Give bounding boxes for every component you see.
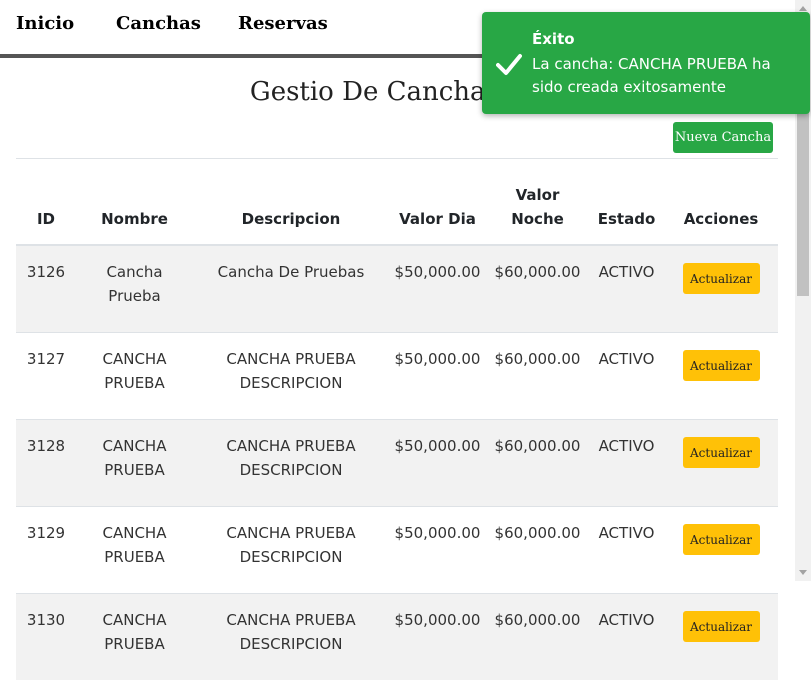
cell-descripcion: CANCHA PRUEBA DESCRIPCION [193, 420, 389, 507]
cell-acciones: Actualizar [664, 420, 778, 507]
cell-acciones: Actualizar [664, 507, 778, 594]
table-row: 3129 CANCHA PRUEBA CANCHA PRUEBA DESCRIP… [16, 507, 778, 594]
cell-descripcion: CANCHA PRUEBA DESCRIPCION [193, 507, 389, 594]
header-id: ID [16, 159, 76, 246]
cell-acciones: Actualizar [664, 594, 778, 680]
cell-estado: ACTIVO [589, 333, 664, 420]
cell-estado: ACTIVO [589, 507, 664, 594]
header-estado: Estado [589, 159, 664, 246]
update-button[interactable]: Actualizar [683, 524, 760, 555]
cell-nombre: CANCHA PRUEBA [76, 507, 193, 594]
header-valor-dia: Valor Dia [389, 159, 486, 246]
cell-acciones: Actualizar [664, 245, 778, 333]
header-descripcion: Descripcion [193, 159, 389, 246]
cell-valor-dia: $50,000.00 [389, 594, 486, 680]
header-acciones: Acciones [664, 159, 778, 246]
cell-valor-noche: $60,000.00 [486, 420, 589, 507]
cell-id: 3130 [16, 594, 76, 680]
update-button[interactable]: Actualizar [683, 263, 760, 294]
cell-valor-dia: $50,000.00 [389, 333, 486, 420]
scroll-up-arrow-icon[interactable] [799, 6, 807, 11]
cell-estado: ACTIVO [589, 420, 664, 507]
cell-acciones: Actualizar [664, 333, 778, 420]
cell-valor-noche: $60,000.00 [486, 245, 589, 333]
table-row: 3126 Cancha Prueba Cancha De Pruebas $50… [16, 245, 778, 333]
cell-nombre: Cancha Prueba [76, 245, 193, 333]
update-button[interactable]: Actualizar [683, 350, 760, 381]
cell-valor-noche: $60,000.00 [486, 594, 589, 680]
success-toast[interactable]: Éxito La cancha: CANCHA PRUEBA ha sido c… [482, 12, 810, 114]
canchas-table: ID Nombre Descripcion Valor Dia Valor No… [16, 158, 778, 680]
new-cancha-button[interactable]: Nueva Cancha [673, 122, 773, 153]
cell-descripcion: Cancha De Pruebas [193, 245, 389, 333]
cell-estado: ACTIVO [589, 594, 664, 680]
cell-estado: ACTIVO [589, 245, 664, 333]
cell-valor-noche: $60,000.00 [486, 333, 589, 420]
canchas-table-container: ID Nombre Descripcion Valor Dia Valor No… [16, 158, 778, 680]
cell-nombre: CANCHA PRUEBA [76, 594, 193, 680]
cell-id: 3127 [16, 333, 76, 420]
table-row: 3127 CANCHA PRUEBA CANCHA PRUEBA DESCRIP… [16, 333, 778, 420]
cell-nombre: CANCHA PRUEBA [76, 420, 193, 507]
nav-reservas[interactable]: Reservas [238, 13, 328, 34]
cell-valor-noche: $60,000.00 [486, 507, 589, 594]
table-row: 3128 CANCHA PRUEBA CANCHA PRUEBA DESCRIP… [16, 420, 778, 507]
cell-id: 3126 [16, 245, 76, 333]
cell-valor-dia: $50,000.00 [389, 245, 486, 333]
cell-valor-dia: $50,000.00 [389, 507, 486, 594]
toast-message: La cancha: CANCHA PRUEBA ha sido creada … [532, 53, 772, 99]
update-button[interactable]: Actualizar [683, 437, 760, 468]
toast-title: Éxito [532, 30, 575, 48]
cell-id: 3128 [16, 420, 76, 507]
update-button[interactable]: Actualizar [683, 611, 760, 642]
table-header-row: ID Nombre Descripcion Valor Dia Valor No… [16, 159, 778, 246]
scroll-down-arrow-icon[interactable] [799, 570, 807, 575]
nav-canchas[interactable]: Canchas [116, 13, 201, 34]
cell-id: 3129 [16, 507, 76, 594]
cell-descripcion: CANCHA PRUEBA DESCRIPCION [193, 333, 389, 420]
header-valor-noche: Valor Noche [486, 159, 589, 246]
check-icon [496, 52, 522, 76]
cell-descripcion: CANCHA PRUEBA DESCRIPCION [193, 594, 389, 680]
nav-inicio[interactable]: Inicio [16, 13, 74, 34]
header-nombre: Nombre [76, 159, 193, 246]
table-row: 3130 CANCHA PRUEBA CANCHA PRUEBA DESCRIP… [16, 594, 778, 680]
cell-valor-dia: $50,000.00 [389, 420, 486, 507]
cell-nombre: CANCHA PRUEBA [76, 333, 193, 420]
